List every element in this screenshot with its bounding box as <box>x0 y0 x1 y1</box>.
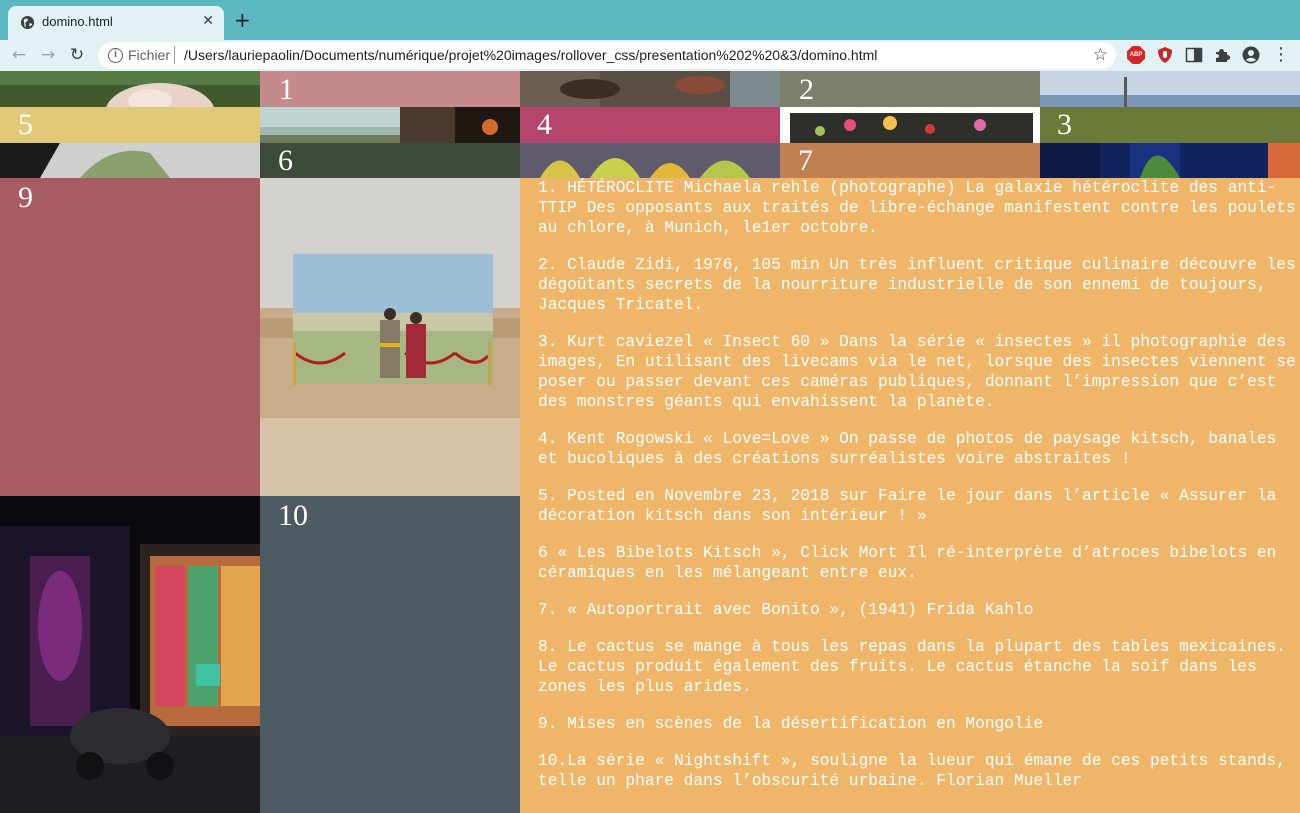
back-arrow-icon[interactable]: ← <box>8 44 30 66</box>
more-menu-icon[interactable]: ⋮ <box>1272 44 1290 66</box>
tile-number-9: 9 <box>18 181 33 214</box>
tile-photo-insect[interactable] <box>520 71 780 107</box>
close-tab-icon[interactable]: ✕ <box>202 13 214 29</box>
tab-strip: domino.html ✕ + <box>0 0 1300 40</box>
globe-icon <box>20 15 35 30</box>
flowers-photo <box>780 107 1040 143</box>
adblock-plus-icon[interactable]: ABP <box>1127 46 1145 64</box>
sky-photo <box>1040 71 1300 107</box>
tile-number-2: 2 <box>799 73 814 106</box>
mongolia-photo <box>260 178 520 496</box>
tile-4[interactable]: 4 <box>520 107 780 143</box>
caption-6: 6 « Les Bibelots Kitsch », Click Mort Il… <box>538 544 1286 582</box>
caption-10: 10.La série « Nightshift », souligne la … <box>538 752 1296 790</box>
tab-title: domino.html <box>42 14 113 29</box>
puzzle-icon[interactable] <box>1213 46 1231 64</box>
profile-icon[interactable] <box>1242 46 1260 64</box>
insect-photo <box>520 71 780 107</box>
tile-number-10: 10 <box>278 499 308 532</box>
street-photo <box>260 107 520 143</box>
tile-photo-leaves[interactable] <box>520 143 780 178</box>
tile-photo-chicken-top[interactable] <box>0 71 260 107</box>
caption-8: 8. Le cactus se mange à tous les repas d… <box>538 638 1296 696</box>
caption-1: 1. HÉTÉROCLITE Michaela rehle (photograp… <box>538 179 1296 237</box>
captions-list: 1. HÉTÉROCLITE Michaela rehle (photograp… <box>538 178 1300 791</box>
tile-number-5: 5 <box>18 108 33 141</box>
tile-photo-sky[interactable] <box>1040 71 1300 107</box>
nightshift-photo <box>0 496 260 813</box>
address-bar[interactable]: i Fichier /Users/lauriepaolin/Documents/… <box>98 42 1116 69</box>
bookmark-star-icon[interactable]: ☆ <box>1093 45 1108 65</box>
browser-tab[interactable]: domino.html ✕ <box>8 6 224 40</box>
caption-3: 3. Kurt caviezel « Insect 60 » Dans la s… <box>538 333 1296 411</box>
caption-4: 4. Kent Rogowski « Love=Love » On passe … <box>538 430 1286 468</box>
browser-toolbar: ← → ↻ i Fichier /Users/lauriepaolin/Docu… <box>0 40 1300 71</box>
tile-photo-mongolia[interactable] <box>260 178 520 496</box>
tile-photo-cactus[interactable] <box>1040 143 1300 178</box>
tile-10[interactable]: 10 <box>260 496 520 813</box>
tile-2[interactable]: 2 <box>780 71 1040 107</box>
captions-panel: 1. HÉTÉROCLITE Michaela rehle (photograp… <box>520 178 1300 813</box>
domino-page: 1 2 5 4 3 6 7 9 10 1. HÉTÉROCLITE Michae… <box>0 71 1300 813</box>
tile-photo-street[interactable] <box>260 107 520 143</box>
forward-arrow-icon[interactable]: → <box>37 44 59 66</box>
tile-number-7: 7 <box>798 144 813 177</box>
url-scheme-label: Fichier <box>128 47 171 63</box>
tile-number-3: 3 <box>1057 108 1072 141</box>
tile-7[interactable]: 7 <box>780 143 1040 178</box>
reload-icon[interactable]: ↻ <box>66 44 88 66</box>
tile-9[interactable]: 9 <box>0 178 260 496</box>
tile-3[interactable]: 3 <box>1040 107 1300 143</box>
ublock-icon[interactable] <box>1156 46 1174 64</box>
caption-5: 5. Posted en Novembre 23, 2018 sur Faire… <box>538 487 1286 525</box>
tile-6[interactable]: 6 <box>260 143 520 178</box>
chicken-photo <box>0 71 260 107</box>
leaves-photo <box>520 143 780 178</box>
tile-1[interactable]: 1 <box>260 71 520 107</box>
tile-number-1: 1 <box>279 73 294 106</box>
tile-photo-flowers[interactable] <box>780 107 1040 143</box>
tile-number-4: 4 <box>537 108 552 141</box>
new-tab-button[interactable]: + <box>234 8 251 32</box>
caption-9: 9. Mises en scènes de la désertification… <box>538 715 1044 733</box>
url-divider <box>174 46 175 64</box>
info-icon[interactable]: i <box>108 48 123 63</box>
reader-icon[interactable] <box>1185 46 1203 64</box>
ceramic-photo <box>0 143 260 178</box>
caption-2: 2. Claude Zidi, 1976, 105 min Un très in… <box>538 256 1296 314</box>
caption-7: 7. « Autoportrait avec Bonito », (1941) … <box>538 601 1034 619</box>
tile-number-6: 6 <box>278 144 293 177</box>
cactus-photo <box>1040 143 1300 178</box>
url-text[interactable]: /Users/lauriepaolin/Documents/numérique/… <box>184 47 877 63</box>
tile-5[interactable]: 5 <box>0 107 260 143</box>
tile-photo-ceramic[interactable] <box>0 143 260 178</box>
tile-photo-nightshift[interactable] <box>0 496 260 813</box>
